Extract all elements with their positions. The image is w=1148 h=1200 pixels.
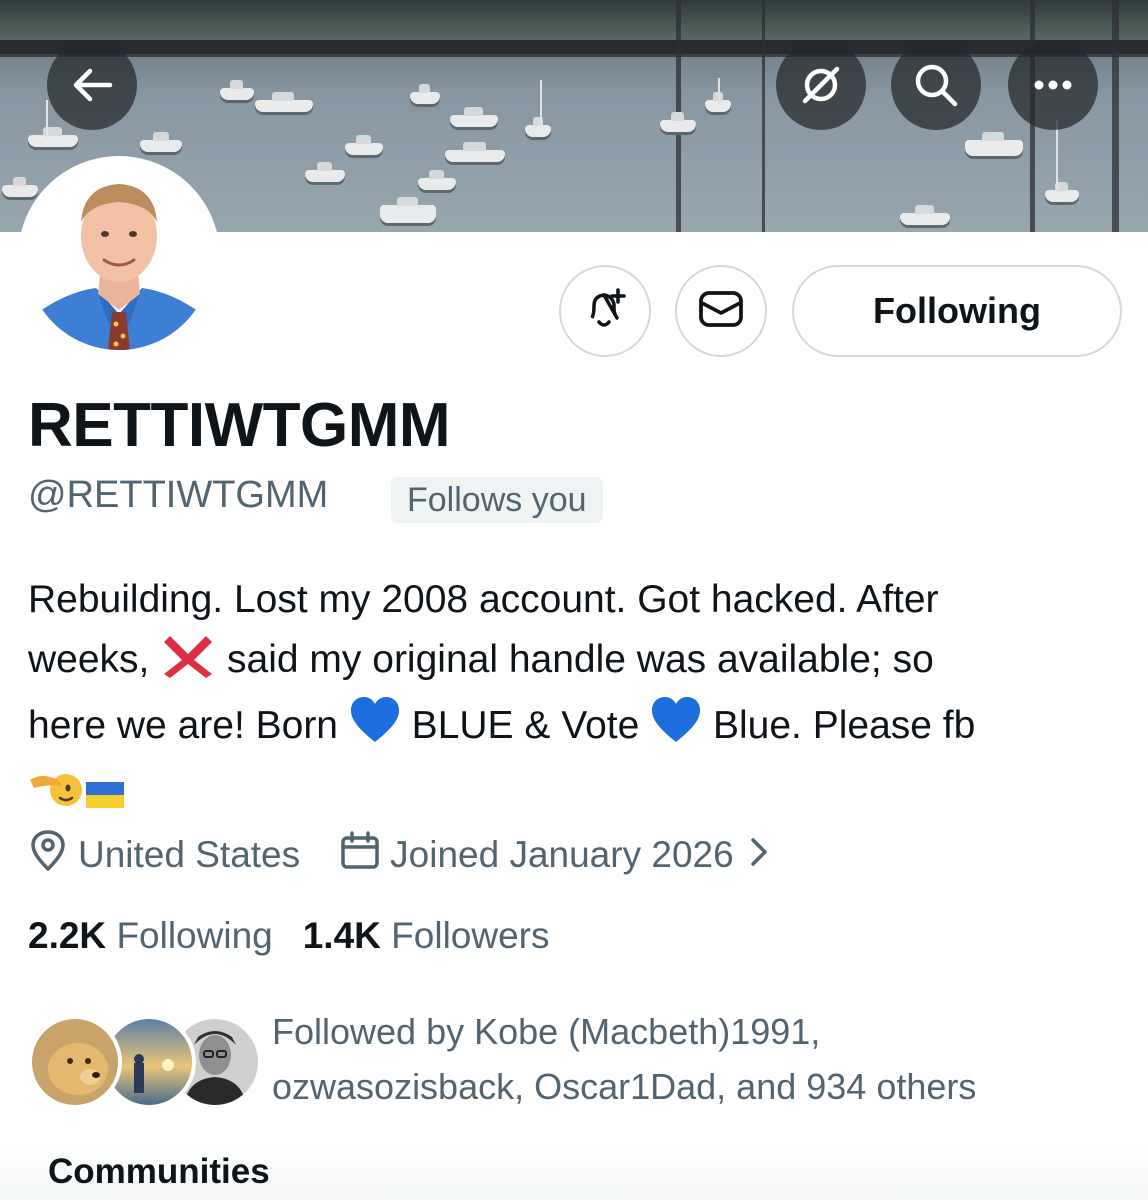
message-button[interactable]	[675, 265, 767, 357]
more-horizontal-icon	[1031, 79, 1075, 91]
blue-heart-emoji	[650, 696, 702, 762]
banner-railing	[0, 40, 1148, 54]
following-stat[interactable]: 2.2K Following	[28, 915, 273, 957]
red-cross-emoji	[160, 632, 216, 696]
joined-text: Joined January 2026	[390, 834, 734, 875]
followed-by-line: Followed by Kobe (Macbeth)1991,	[272, 1011, 821, 1052]
profile-avatar[interactable]	[18, 156, 220, 358]
following-button[interactable]: Following	[792, 265, 1122, 357]
bell-plus-icon	[582, 286, 628, 337]
banner-post	[762, 0, 765, 232]
banner-railing-lower	[0, 54, 1148, 57]
saluting-face-emoji	[28, 766, 84, 828]
location-text: United States	[78, 834, 301, 875]
profile-bio: Rebuilding. Lost my 2008 account. Got ha…	[28, 570, 1128, 828]
mutual-avatar	[28, 1015, 122, 1109]
search-icon	[913, 62, 959, 108]
bio-line	[28, 762, 1128, 828]
grok-icon	[799, 63, 843, 107]
display-name: RETTIWTGMM	[28, 391, 451, 460]
banner-post	[1112, 0, 1119, 232]
back-button[interactable]	[47, 40, 137, 130]
follow-stats: 2.2K Following 1.4K Followers	[28, 915, 550, 957]
location-pin-icon	[28, 829, 78, 881]
follows-you-badge: Follows you	[391, 477, 603, 523]
search-button[interactable]	[891, 40, 981, 130]
bio-line: Rebuilding. Lost my 2008 account. Got ha…	[28, 578, 939, 621]
following-label: Following	[116, 915, 273, 956]
more-options-button[interactable]	[1008, 40, 1098, 130]
bio-line: weeks, said my original handle was avail…	[28, 630, 1128, 696]
followers-count: 1.4K	[302, 915, 381, 956]
chevron-right-icon	[750, 834, 778, 876]
communities-heading: Communities	[48, 1152, 270, 1191]
bio-line: here we are! Born BLUE & Vote Blue. Plea…	[28, 696, 1128, 762]
profile-handle: @RETTIWTGMM	[28, 474, 329, 516]
envelope-icon	[697, 289, 745, 334]
followed-by-text[interactable]: Followed by Kobe (Macbeth)1991, ozwasozi…	[272, 1004, 1132, 1114]
banner-shoreline	[0, 0, 1148, 44]
followed-by-line: ozwasozisback, Oscar1Dad, and 934 others	[272, 1066, 977, 1107]
arrow-left-icon	[70, 67, 114, 103]
location: United States	[28, 829, 301, 881]
followers-stat[interactable]: 1.4K Followers	[303, 915, 550, 957]
notify-button[interactable]	[559, 265, 651, 357]
calendar-icon	[340, 830, 390, 880]
mutual-followers-avatars[interactable]	[28, 1015, 262, 1109]
ukraine-flag-emoji	[84, 768, 126, 828]
followers-label: Followers	[391, 915, 550, 956]
following-count: 2.2K	[28, 915, 107, 956]
profile-meta: United States Joined January 2026	[28, 829, 778, 881]
avatar-photo	[26, 164, 212, 350]
joined-date-link[interactable]: Joined January 2026	[340, 830, 778, 880]
grok-button[interactable]	[776, 40, 866, 130]
blue-heart-emoji	[349, 696, 401, 762]
